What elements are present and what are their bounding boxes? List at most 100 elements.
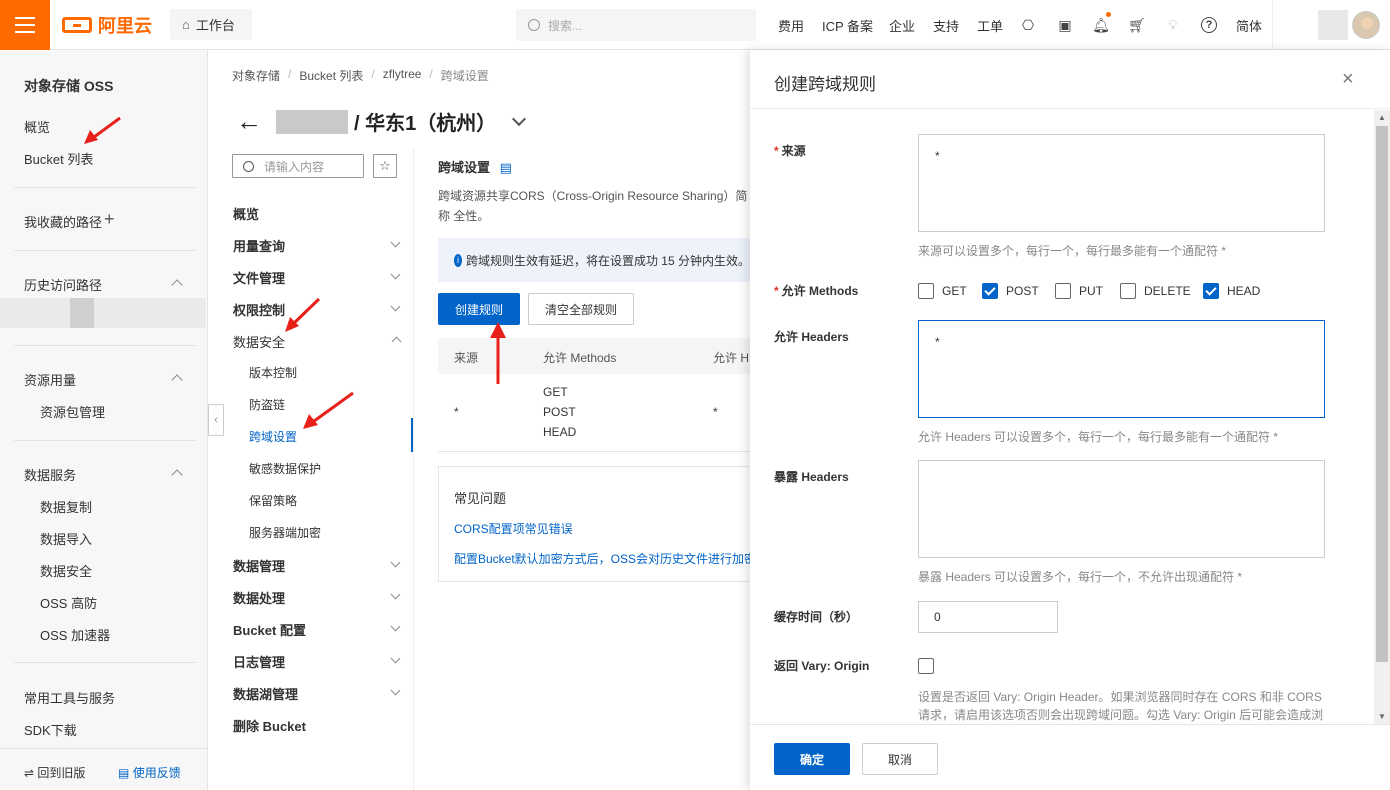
checkbox[interactable] <box>1055 283 1071 299</box>
menu-cors[interactable]: 跨域设置 <box>249 428 297 445</box>
menu-version-control[interactable]: 版本控制 <box>249 364 297 381</box>
sidebar-item-tools[interactable]: 常用工具与服务 <box>24 688 115 707</box>
cancel-button[interactable]: 取消 <box>862 743 938 775</box>
confirm-button[interactable]: 确定 <box>774 743 850 775</box>
origin-textarea[interactable]: * <box>918 134 1325 232</box>
scroll-up-icon[interactable]: ▲ <box>1378 113 1386 122</box>
checkbox-checked[interactable] <box>1203 283 1219 299</box>
menu-data-management[interactable]: 数据管理 <box>233 556 285 575</box>
divider <box>14 250 196 251</box>
sidebar-item-overview[interactable]: 概览 <box>24 117 50 136</box>
nav-ticket[interactable]: 工单 <box>977 0 1003 50</box>
nav-enterprise[interactable]: 企业 <box>889 0 915 50</box>
expose-headers-textarea[interactable] <box>918 460 1325 558</box>
chevron-down-icon[interactable] <box>390 557 401 568</box>
add-favorite-icon[interactable]: + <box>104 209 115 230</box>
chevron-down-icon[interactable] <box>390 589 401 600</box>
sidebar-item-resource-usage[interactable]: 资源用量 <box>24 370 76 389</box>
vary-origin-checkbox[interactable] <box>918 658 934 674</box>
breadcrumb-bucket-list[interactable]: Bucket 列表 <box>299 67 363 84</box>
sidebar-item-data-security[interactable]: 数据安全 <box>40 561 92 580</box>
bucket-name-redacted <box>276 109 348 134</box>
sidebar-item-oss-accelerator[interactable]: OSS 加速器 <box>40 625 110 644</box>
menu-hotlink[interactable]: 防盗链 <box>249 396 285 413</box>
menu-files[interactable]: 文件管理 <box>233 268 285 287</box>
bell-icon[interactable]: 🔔︎ <box>1091 15 1111 35</box>
menu-search-input[interactable]: 请输入内容 <box>232 154 364 178</box>
checkbox-checked[interactable] <box>982 283 998 299</box>
method-post-checkbox[interactable]: POST <box>982 283 1039 299</box>
chevron-down-icon[interactable] <box>390 653 401 664</box>
menu-permission[interactable]: 权限控制 <box>233 300 285 319</box>
checkbox[interactable] <box>1120 283 1136 299</box>
nav-billing[interactable]: 费用 <box>778 0 804 50</box>
avatar[interactable] <box>1352 11 1380 39</box>
menu-sensitive-data[interactable]: 敏感数据保护 <box>249 460 321 477</box>
star-icon[interactable]: ☆ <box>373 154 397 178</box>
cart-icon[interactable]: 🛒︎ <box>1127 15 1147 35</box>
chevron-down-icon[interactable] <box>390 621 401 632</box>
sidebar-item-resource-pack[interactable]: 资源包管理 <box>40 402 105 421</box>
help-icon[interactable]: ? <box>1199 15 1219 35</box>
history-path-redacted[interactable] <box>0 298 206 328</box>
sidebar-item-oss-ddos[interactable]: OSS 高防 <box>40 593 97 612</box>
lightbulb-icon[interactable]: 💡︎ <box>1163 15 1183 35</box>
aliyun-logo[interactable]: 阿里云 <box>62 12 152 38</box>
breadcrumb-current: 跨域设置 <box>440 69 489 83</box>
feedback-link[interactable]: ▤ 使用反馈 <box>118 764 181 781</box>
menu-retention[interactable]: 保留策略 <box>249 492 297 509</box>
chevron-up-icon[interactable] <box>391 336 402 347</box>
chevron-down-icon[interactable] <box>390 269 401 280</box>
nav-icp[interactable]: ICP 备案 <box>822 0 873 50</box>
menu-data-processing[interactable]: 数据处理 <box>233 588 285 607</box>
sidebar-item-sdk[interactable]: SDK下载 <box>24 720 77 739</box>
menu-log-management[interactable]: 日志管理 <box>233 652 285 671</box>
faq-title: 常见问题 <box>454 491 507 506</box>
sidebar-item-data-service[interactable]: 数据服务 <box>24 465 76 484</box>
collapse-sidebar-handle[interactable]: ‹ <box>208 404 224 436</box>
faq-link[interactable]: CORS配置项常见错误 <box>454 520 750 537</box>
back-arrow-icon[interactable]: ← <box>236 106 262 137</box>
sidebar-item-data-import[interactable]: 数据导入 <box>40 529 92 548</box>
sidebar-item-bucket-list[interactable]: Bucket 列表 <box>24 149 93 168</box>
terminal-icon[interactable]: ▣ <box>1055 15 1075 35</box>
chevron-down-icon[interactable] <box>512 111 527 126</box>
checkbox[interactable] <box>918 283 934 299</box>
method-head-checkbox[interactable]: HEAD <box>1203 283 1260 299</box>
menu-data-lake[interactable]: 数据湖管理 <box>233 684 298 703</box>
workbench-button[interactable]: ⌂ 工作台 <box>170 9 252 40</box>
breadcrumb-oss[interactable]: 对象存储 <box>232 67 280 84</box>
method-get-checkbox[interactable]: GET <box>918 283 967 299</box>
menu-delete-bucket[interactable]: 删除 Bucket <box>233 716 306 735</box>
method-put-checkbox[interactable]: PUT <box>1055 283 1103 299</box>
sidebar-title: 对象存储 OSS <box>24 78 114 94</box>
allow-headers-textarea[interactable]: * <box>918 320 1325 418</box>
clear-all-rules-button[interactable]: 清空全部规则 <box>528 293 634 325</box>
language-switch[interactable]: 简体 <box>1236 0 1262 50</box>
sidebar-item-favorites[interactable]: 我收藏的路径 <box>24 212 102 231</box>
menu-encryption[interactable]: 服务器端加密 <box>249 524 321 541</box>
account-name-redacted[interactable] <box>1318 10 1348 40</box>
chevron-down-icon[interactable] <box>390 685 401 696</box>
nav-support[interactable]: 支持 <box>933 0 959 50</box>
chevron-down-icon[interactable] <box>390 237 401 248</box>
menu-bucket-config[interactable]: Bucket 配置 <box>233 620 306 639</box>
faq-link[interactable]: 配置Bucket默认加密方式后，OSS会对历史文件进行加密 <box>454 550 750 567</box>
cache-time-input[interactable]: 0 <box>918 601 1058 633</box>
code-icon[interactable]: ⎔ <box>1018 15 1038 35</box>
breadcrumb-bucket[interactable]: zflytree <box>383 67 422 84</box>
doc-icon[interactable]: ▤ <box>500 160 512 175</box>
menu-usage[interactable]: 用量查询 <box>233 236 285 255</box>
scrollbar-thumb[interactable] <box>1376 126 1388 662</box>
chevron-down-icon[interactable] <box>390 301 401 312</box>
global-search-input[interactable]: 搜索... <box>516 9 756 41</box>
scroll-down-icon[interactable]: ▼ <box>1378 712 1386 721</box>
sidebar-item-history[interactable]: 历史访问路径 <box>24 275 102 294</box>
method-delete-checkbox[interactable]: DELETE <box>1120 283 1191 299</box>
menu-data-security[interactable]: 数据安全 <box>233 332 285 351</box>
back-to-old-version-link[interactable]: ⇌ 回到旧版 <box>24 764 85 781</box>
close-icon[interactable]: × <box>1342 68 1354 91</box>
menu-overview[interactable]: 概览 <box>233 204 259 223</box>
sidebar-item-data-replication[interactable]: 数据复制 <box>40 497 92 516</box>
menu-icon[interactable] <box>0 0 50 50</box>
